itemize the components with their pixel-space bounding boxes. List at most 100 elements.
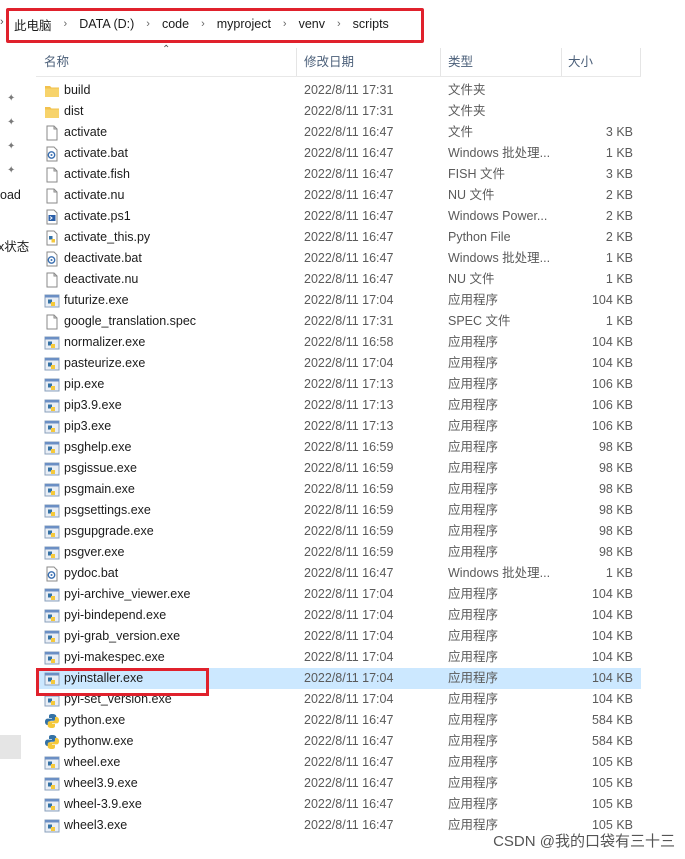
file-row[interactable]: normalizer.exe 2022/8/11 16:58 应用程序 104 KB: [36, 332, 641, 353]
file-row[interactable]: pyi-grab_version.exe 2022/8/11 17:04 应用程序 1…: [36, 626, 641, 647]
exe-icon: [44, 650, 60, 666]
file-type: 应用程序: [448, 545, 499, 559]
pin-icon[interactable]: ✦: [7, 142, 17, 152]
batch-file-icon: [44, 251, 60, 267]
file-row-selected[interactable]: pyinstaller.exe 2022/8/11 17:04 应用程序 104 KB: [36, 668, 641, 689]
chevron-right-icon[interactable]: ›: [146, 18, 150, 30]
file-type: Windows 批处理...: [448, 146, 551, 160]
file-row[interactable]: psgsettings.exe 2022/8/11 16:59 应用程序 98 KB: [36, 500, 641, 521]
file-row[interactable]: activate.fish 2022/8/11 16:47 FISH 文件 3 KB: [36, 164, 641, 185]
file-size: 98 KB: [598, 461, 633, 475]
file-name: wheel-3.9.exe: [64, 797, 142, 811]
column-size[interactable]: 大小: [568, 48, 593, 76]
file-name: wheel3.exe: [64, 818, 128, 832]
exe-icon: [44, 776, 60, 792]
chevron-right-icon[interactable]: ›: [283, 18, 287, 30]
pin-icon[interactable]: ✦: [7, 166, 17, 176]
file-type: 应用程序: [448, 356, 499, 370]
file-row[interactable]: pip.exe 2022/8/11 17:13 应用程序 106 KB: [36, 374, 641, 395]
file-row[interactable]: google_translation.spec 2022/8/11 17:31 SP…: [36, 311, 641, 332]
file-row[interactable]: pythonw.exe 2022/8/11 16:47 应用程序 584 KB: [36, 731, 641, 752]
file-row[interactable]: build 2022/8/11 17:31 文件夹: [36, 80, 641, 101]
file-row[interactable]: activate 2022/8/11 16:47 文件 3 KB: [36, 122, 641, 143]
file-type: NU 文件: [448, 188, 495, 202]
chevron-right-icon[interactable]: ›: [201, 18, 205, 30]
file-row[interactable]: pyi-makespec.exe 2022/8/11 17:04 应用程序 104 K…: [36, 647, 641, 668]
nav-item-selected[interactable]: [0, 735, 21, 759]
breadcrumb-item[interactable]: code: [162, 17, 189, 31]
exe-icon: [44, 818, 60, 834]
chevron-right-icon[interactable]: ›: [64, 18, 68, 30]
file-size: 104 KB: [591, 293, 633, 307]
exe-icon: [44, 461, 60, 477]
file-row[interactable]: activate.nu 2022/8/11 16:47 NU 文件 2 KB: [36, 185, 641, 206]
watermark: CSDN @我的口袋有三十三: [491, 830, 677, 851]
file-row[interactable]: wheel-3.9.exe 2022/8/11 16:47 应用程序 105 KB: [36, 794, 641, 815]
column-date[interactable]: 修改日期: [304, 48, 354, 76]
file-row[interactable]: psghelp.exe 2022/8/11 16:59 应用程序 98 KB: [36, 437, 641, 458]
file-row[interactable]: pyi-set_version.exe 2022/8/11 17:04 应用程序 10…: [36, 689, 641, 710]
folder-icon: [44, 83, 60, 99]
file-row[interactable]: pip3.exe 2022/8/11 17:13 应用程序 106 KB: [36, 416, 641, 437]
column-name[interactable]: 名称: [44, 48, 69, 76]
file-row[interactable]: pip3.9.exe 2022/8/11 17:13 应用程序 106 KB: [36, 395, 641, 416]
breadcrumb-item[interactable]: venv: [299, 17, 325, 31]
file-size: 1 KB: [605, 314, 633, 328]
file-date: 2022/8/11 16:59: [304, 545, 394, 559]
file-type: 应用程序: [448, 482, 499, 496]
file-size: 104 KB: [591, 587, 633, 601]
file-type: 应用程序: [448, 755, 499, 769]
exe-icon: [44, 608, 60, 624]
file-type: 应用程序: [448, 440, 499, 454]
file-row[interactable]: python.exe 2022/8/11 16:47 应用程序 584 KB: [36, 710, 641, 731]
file-type: 应用程序: [448, 524, 499, 538]
column-type[interactable]: 类型: [448, 48, 473, 76]
file-row[interactable]: deactivate.nu 2022/8/11 16:47 NU 文件 1 KB: [36, 269, 641, 290]
file-row[interactable]: pyi-bindepend.exe 2022/8/11 17:04 应用程序 104 …: [36, 605, 641, 626]
file-row[interactable]: futurize.exe 2022/8/11 17:04 应用程序 104 KB: [36, 290, 641, 311]
address-bar[interactable]: › 此电脑 › DATA (D:) › code › myproject › v…: [0, 0, 685, 48]
breadcrumb-item[interactable]: DATA (D:): [79, 17, 134, 31]
folder-icon: [44, 104, 60, 120]
file-row[interactable]: pasteurize.exe 2022/8/11 17:04 应用程序 104 KB: [36, 353, 641, 374]
file-size: 104 KB: [591, 671, 633, 685]
exe-icon: [44, 524, 60, 540]
breadcrumb-item[interactable]: 此电脑: [14, 15, 52, 34]
file-type: 应用程序: [448, 671, 499, 685]
file-row[interactable]: activate.bat 2022/8/11 16:47 Windows 批处理..…: [36, 143, 641, 164]
nav-item-label[interactable]: oad: [0, 188, 21, 202]
batch-file-icon: [44, 566, 60, 582]
breadcrumb-item[interactable]: scripts: [353, 17, 389, 31]
file-row[interactable]: psgissue.exe 2022/8/11 16:59 应用程序 98 KB: [36, 458, 641, 479]
chevron-right-icon[interactable]: ›: [337, 18, 341, 30]
file-size: 104 KB: [591, 692, 633, 706]
pin-icon[interactable]: ✦: [7, 94, 17, 104]
pin-icon[interactable]: ✦: [7, 118, 17, 128]
file-name: pyinstaller.exe: [64, 671, 144, 685]
file-size: 105 KB: [591, 797, 633, 811]
file-name: deactivate.bat: [64, 251, 142, 265]
file-row[interactable]: wheel.exe 2022/8/11 16:47 应用程序 105 KB: [36, 752, 641, 773]
file-row[interactable]: psgmain.exe 2022/8/11 16:59 应用程序 98 KB: [36, 479, 641, 500]
file-row[interactable]: wheel3.9.exe 2022/8/11 16:47 应用程序 105 KB: [36, 773, 641, 794]
file-row[interactable]: psgupgrade.exe 2022/8/11 16:59 应用程序 98 KB: [36, 521, 641, 542]
file-size: 3 KB: [605, 167, 633, 181]
exe-icon: [44, 587, 60, 603]
file-size: 3 KB: [605, 125, 633, 139]
file-row[interactable]: activate.ps1 2022/8/11 16:47 Windows Power…: [36, 206, 641, 227]
nav-item-label[interactable]: x状态: [0, 236, 29, 255]
file-type: 应用程序: [448, 692, 499, 706]
file-name: activate.nu: [64, 188, 125, 202]
breadcrumb-item[interactable]: myproject: [217, 17, 271, 31]
file-row[interactable]: activate_this.py 2022/8/11 16:47 Python Fi…: [36, 227, 641, 248]
file-row[interactable]: psgver.exe 2022/8/11 16:59 应用程序 98 KB: [36, 542, 641, 563]
file-name: psgupgrade.exe: [64, 524, 154, 538]
file-row[interactable]: dist 2022/8/11 17:31 文件夹: [36, 101, 641, 122]
file-row[interactable]: deactivate.bat 2022/8/11 16:47 Windows 批处理…: [36, 248, 641, 269]
file-icon: [44, 125, 60, 141]
file-row[interactable]: pyi-archive_viewer.exe 2022/8/11 17:04 应用程…: [36, 584, 641, 605]
file-date: 2022/8/11 17:04: [304, 671, 394, 685]
file-date: 2022/8/11 17:04: [304, 356, 394, 370]
file-row[interactable]: pydoc.bat 2022/8/11 16:47 Windows 批处理... 1 …: [36, 563, 641, 584]
file-type: 应用程序: [448, 608, 499, 622]
